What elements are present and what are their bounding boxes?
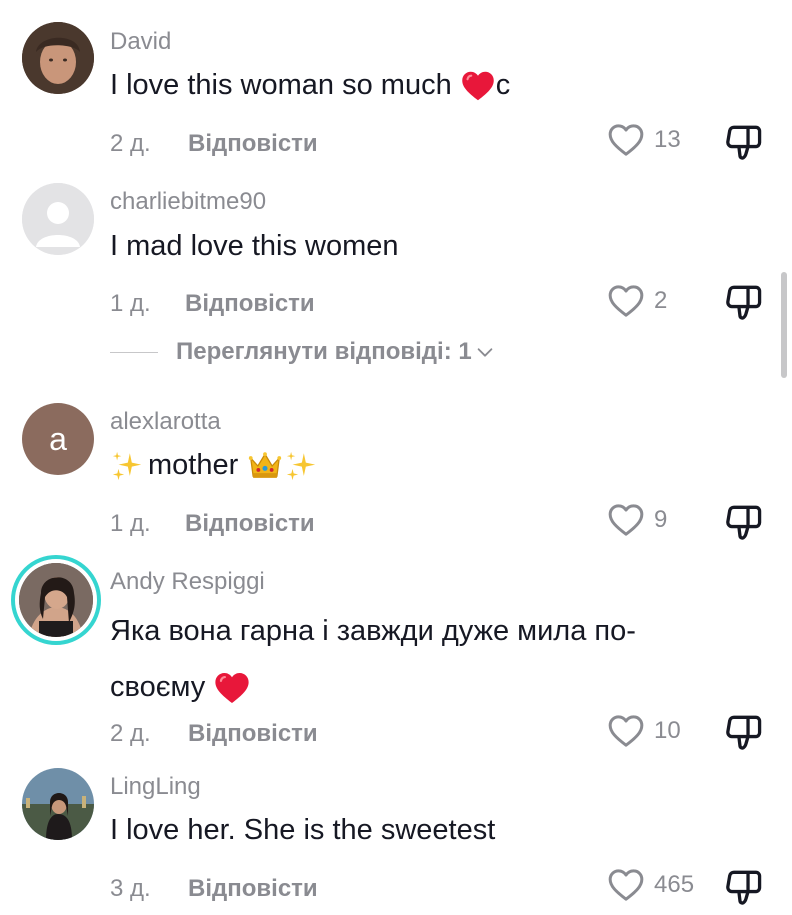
avatar bbox=[19, 563, 93, 637]
comment-text: I mad love this women bbox=[110, 230, 399, 262]
dislike-icon[interactable] bbox=[722, 500, 766, 544]
comment-text-part: I love this woman so much bbox=[110, 69, 460, 101]
comment-text: Яка вона гарна і завжди дуже мила по- св… bbox=[110, 610, 710, 708]
comment-time: 1 д. bbox=[110, 510, 151, 537]
like-button[interactable]: 10 bbox=[606, 711, 681, 751]
heart-outline-icon bbox=[606, 281, 646, 321]
like-count: 2 bbox=[654, 287, 668, 314]
comment-text: mother bbox=[110, 444, 670, 486]
like-count: 465 bbox=[654, 871, 695, 898]
crown-emoji bbox=[246, 447, 284, 485]
avatar[interactable] bbox=[22, 183, 94, 255]
comment-time: 1 д. bbox=[110, 290, 151, 317]
chevron-down-icon bbox=[477, 348, 493, 357]
avatar-letter: a bbox=[49, 420, 67, 457]
comment-text-part: c bbox=[495, 69, 511, 101]
comment-text-line: Яка вона гарна і завжди дуже мила по- bbox=[110, 615, 636, 647]
reply-button[interactable]: Відповісти bbox=[188, 875, 318, 903]
reply-button[interactable]: Відповісти bbox=[185, 510, 315, 538]
comment-text: I love this woman so much c bbox=[110, 64, 670, 106]
view-replies-label: Переглянути відповіді: 1 bbox=[176, 338, 472, 365]
like-count: 10 bbox=[654, 717, 681, 744]
heart-outline-icon bbox=[606, 500, 646, 540]
heart-outline-icon bbox=[606, 711, 646, 751]
like-button[interactable]: 465 bbox=[606, 865, 694, 905]
like-count: 9 bbox=[654, 506, 668, 533]
like-button[interactable]: 9 bbox=[606, 500, 667, 540]
like-button[interactable]: 13 bbox=[606, 120, 681, 160]
username[interactable]: Andy Respiggi bbox=[110, 568, 265, 596]
red-heart-emoji bbox=[213, 669, 251, 707]
comment-time: 2 д. bbox=[110, 720, 151, 747]
heart-outline-icon bbox=[606, 120, 646, 160]
avatar[interactable] bbox=[22, 22, 94, 94]
dislike-icon[interactable] bbox=[722, 865, 766, 909]
scrollbar[interactable] bbox=[781, 272, 787, 378]
reply-button[interactable]: Відповісти bbox=[185, 290, 315, 318]
username[interactable]: alexlarotta bbox=[110, 408, 221, 436]
dislike-icon[interactable] bbox=[722, 710, 766, 754]
sparkles-emoji bbox=[110, 449, 144, 483]
comment-time: 2 д. bbox=[110, 130, 151, 157]
avatar[interactable]: a bbox=[22, 403, 94, 475]
username[interactable]: charliebitme90 bbox=[110, 188, 266, 216]
sparkles-emoji bbox=[284, 449, 318, 483]
heart-outline-icon bbox=[606, 865, 646, 905]
comment-text: I love her. She is the sweetest bbox=[110, 814, 496, 846]
reply-button[interactable]: Відповісти bbox=[188, 130, 318, 158]
like-button[interactable]: 2 bbox=[606, 281, 667, 321]
story-ring[interactable] bbox=[11, 555, 101, 645]
like-count: 13 bbox=[654, 126, 681, 153]
username[interactable]: LingLing bbox=[110, 773, 201, 801]
red-heart-emoji bbox=[460, 68, 496, 104]
dislike-icon[interactable] bbox=[722, 280, 766, 324]
divider bbox=[110, 351, 158, 353]
comment-time: 3 д. bbox=[110, 875, 151, 902]
dislike-icon[interactable] bbox=[722, 120, 766, 164]
comment-text-part: своєму bbox=[110, 671, 214, 703]
reply-button[interactable]: Відповісти bbox=[188, 720, 318, 748]
avatar[interactable] bbox=[22, 768, 94, 840]
view-replies-button[interactable]: Переглянути відповіді: 1 bbox=[110, 338, 496, 366]
comment-text-part: mother bbox=[148, 449, 239, 481]
username[interactable]: David bbox=[110, 28, 171, 56]
comment-text-line: своєму bbox=[110, 666, 710, 708]
